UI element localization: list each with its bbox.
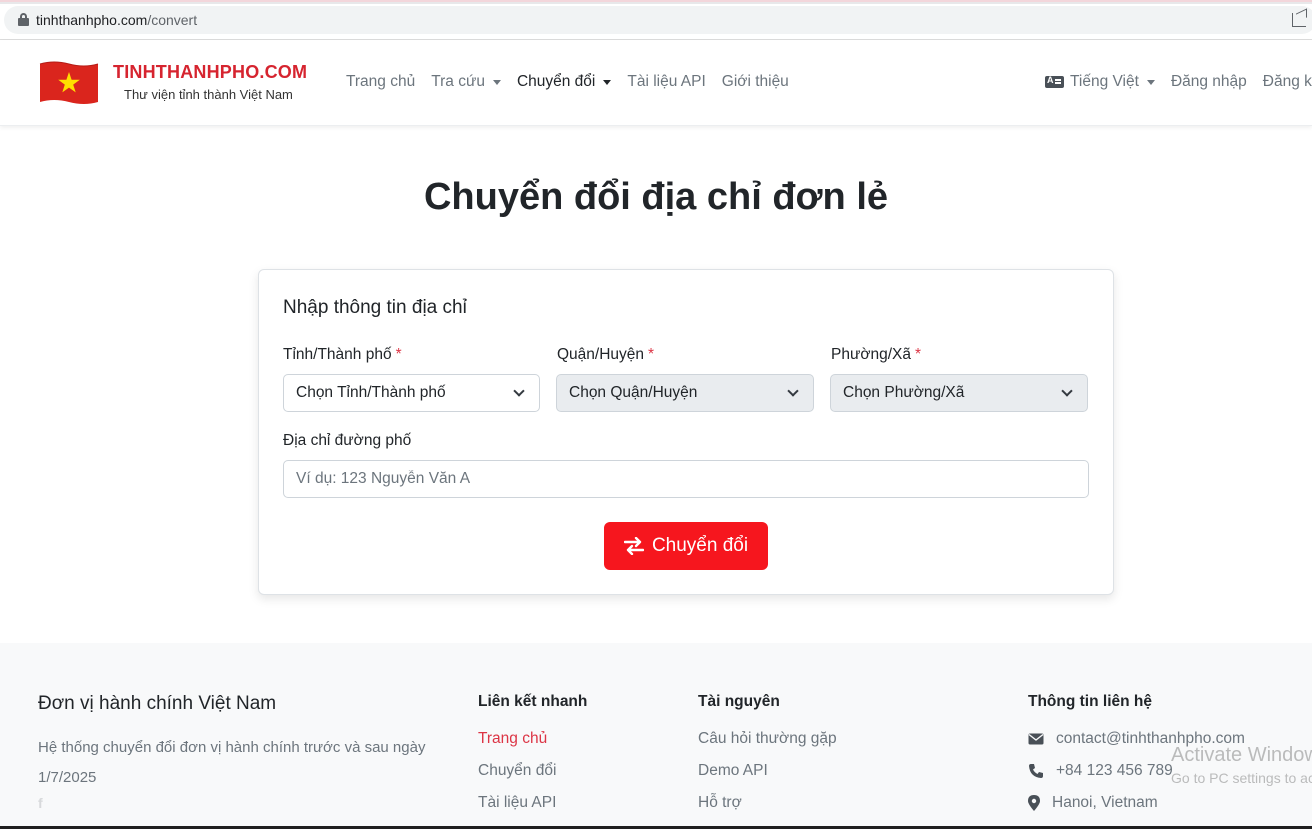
url-field[interactable]: tinhthanhpho.com/convert	[4, 6, 1312, 34]
footer-description: Hệ thống chuyển đổi đơn vị hành chính tr…	[38, 739, 426, 786]
windows-activation-watermark-title: Activate Windows	[1171, 744, 1312, 766]
login-link[interactable]: Đăng nhập	[1171, 73, 1247, 91]
caret-down-icon	[492, 79, 501, 85]
envelope-icon	[1028, 733, 1044, 745]
footer-link-convert[interactable]: Chuyển đổi	[478, 762, 556, 780]
main-nav: Trang chủ Tra cứu Chuyển đổi Tài liệu AP…	[346, 73, 805, 91]
brand-name[interactable]: TINHTHANHPHO.COM	[113, 62, 307, 83]
swap-arrows-icon	[623, 537, 644, 555]
street-input[interactable]	[283, 460, 1089, 498]
caret-down-icon	[603, 79, 612, 85]
nav-convert-dropdown[interactable]: Chuyển đổi	[517, 73, 612, 91]
facebook-icon[interactable]: f	[38, 795, 43, 811]
register-link[interactable]: Đăng k	[1263, 73, 1312, 91]
map-marker-icon	[1028, 795, 1040, 811]
nav-lookup-dropdown[interactable]: Tra cứu	[431, 73, 501, 91]
phone-icon	[1029, 764, 1043, 778]
chevron-down-icon	[1061, 385, 1073, 397]
footer-link-support[interactable]: Hỗ trợ	[698, 794, 742, 812]
footer-link-faq[interactable]: Câu hỏi thường gặp	[698, 730, 837, 748]
nav-home[interactable]: Trang chủ	[346, 73, 415, 91]
page-title: Chuyển đổi địa chỉ đơn lẻ	[423, 176, 889, 218]
district-select[interactable]: Chọn Quận/Huyện	[556, 374, 814, 412]
site-footer: Đơn vị hành chính Việt Nam Hệ thống chuy…	[0, 643, 1312, 829]
chevron-down-icon	[787, 385, 799, 397]
footer-link-api-docs[interactable]: Tài liệu API	[478, 794, 556, 812]
required-mark: *	[915, 346, 922, 363]
convert-button[interactable]: Chuyển đổi	[604, 522, 768, 570]
translate-icon	[1045, 75, 1064, 88]
address-form-card: Nhập thông tin địa chỉ Tỉnh/Thành phố * C…	[258, 269, 1114, 595]
lock-icon[interactable]	[18, 13, 29, 26]
vietnam-flag-logo[interactable]	[38, 60, 100, 106]
footer-title: Đơn vị hành chính Việt Nam	[38, 693, 277, 714]
chevron-down-icon	[513, 385, 525, 397]
tab-strip-edge	[0, 0, 1312, 4]
footer-link-home[interactable]: Trang chủ	[478, 730, 547, 748]
contact-phone[interactable]: +84 123 456 789	[1028, 762, 1173, 780]
resources-heading: Tài nguyên	[698, 693, 780, 710]
url-text[interactable]: tinhthanhpho.com/convert	[36, 12, 197, 28]
windows-activation-watermark-subtitle: Go to PC settings to activate Windows.	[1171, 770, 1312, 786]
caret-down-icon	[1146, 79, 1155, 85]
quick-links-heading: Liên kết nhanh	[478, 693, 588, 710]
form-heading: Nhập thông tin địa chỉ	[283, 297, 467, 318]
browser-address-bar: tinhthanhpho.com/convert	[0, 0, 1312, 40]
required-mark: *	[648, 346, 655, 363]
contact-location: Hanoi, Vietnam	[1028, 794, 1158, 812]
language-dropdown[interactable]: Tiếng Việt	[1045, 73, 1155, 91]
street-label: Địa chỉ đường phố	[283, 432, 412, 449]
site-navbar: TINHTHANHPHO.COM Thư viện tỉnh thành Việ…	[0, 40, 1312, 126]
share-icon[interactable]	[1292, 13, 1306, 27]
district-label: Quận/Huyện *	[557, 346, 655, 363]
contact-heading: Thông tin liên hệ	[1028, 693, 1152, 710]
ward-select[interactable]: Chọn Phường/Xã	[830, 374, 1088, 412]
footer-link-demo-api[interactable]: Demo API	[698, 762, 768, 780]
nav-right: Tiếng Việt Đăng nhập Đăng k	[1045, 73, 1312, 91]
brand-tagline: Thư viện tỉnh thành Việt Nam	[124, 87, 293, 102]
nav-about[interactable]: Giới thiệu	[722, 73, 789, 91]
ward-label: Phường/Xã *	[831, 346, 922, 363]
province-label: Tỉnh/Thành phố *	[283, 346, 402, 363]
province-select[interactable]: Chọn Tỉnh/Thành phố	[283, 374, 540, 412]
nav-api-docs[interactable]: Tài liệu API	[627, 73, 705, 91]
required-mark: *	[395, 346, 402, 363]
